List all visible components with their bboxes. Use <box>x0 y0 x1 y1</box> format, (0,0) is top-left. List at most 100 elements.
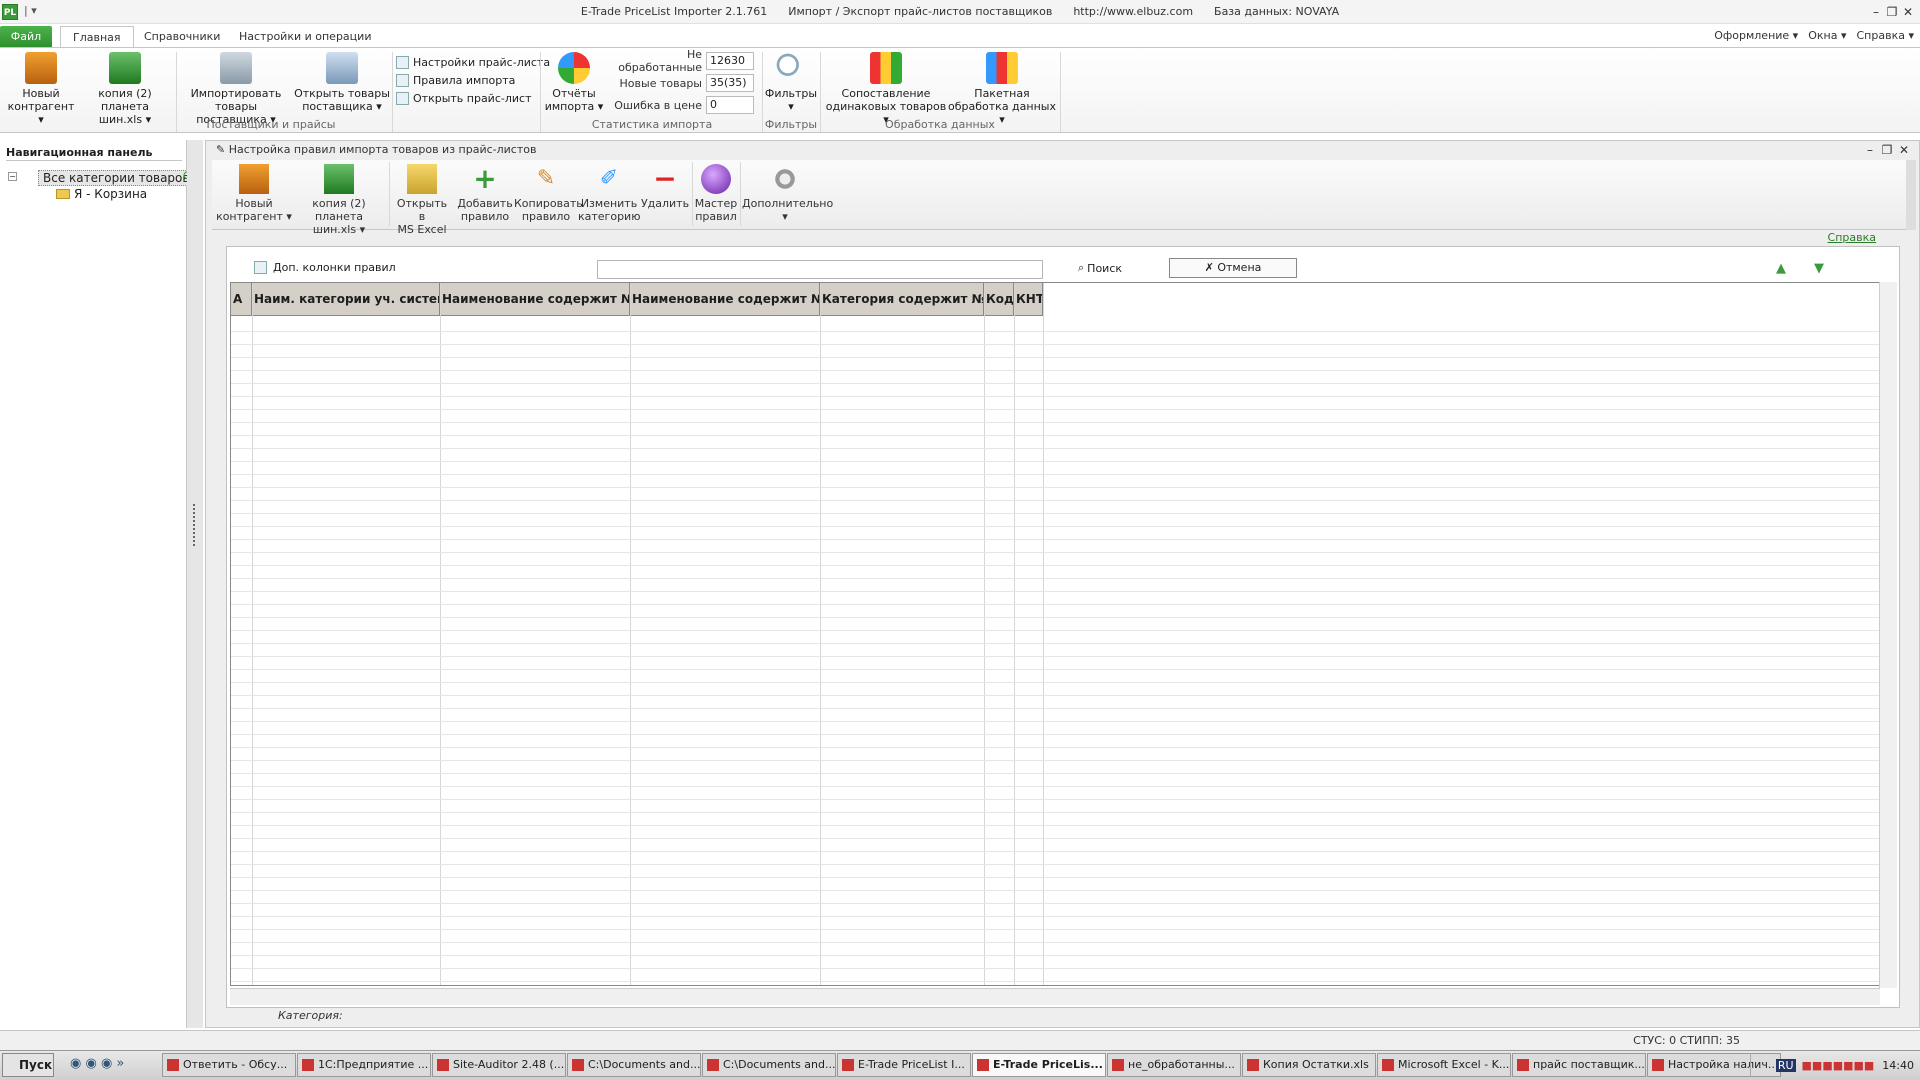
col-header-category-name[interactable]: Наим. категории уч. системы <box>252 283 440 315</box>
open-pricelist-button[interactable]: Открыть прайс-лист <box>396 89 550 107</box>
taskbar-item[interactable]: C:\Documents and... <box>567 1053 701 1077</box>
language-indicator[interactable]: RU <box>1775 1058 1796 1072</box>
minimize-icon[interactable]: – <box>1868 4 1884 20</box>
search-input[interactable] <box>597 260 1043 279</box>
splitter[interactable] <box>187 140 203 1028</box>
taskbar-item[interactable]: Копия Остатки.xls <box>1242 1053 1376 1077</box>
grid-row-line <box>231 968 1879 969</box>
unprocessed-value[interactable]: 12630 <box>706 52 754 70</box>
folder-excel-icon <box>407 164 437 194</box>
col-header-code[interactable]: Код <box>984 283 1014 315</box>
cancel-button[interactable]: ✗ Отмена <box>1169 258 1297 278</box>
import-goods-button[interactable]: Импортировать товары поставщика ▾ <box>178 52 294 126</box>
col-header-knt[interactable]: КНТ <box>1014 283 1043 315</box>
gear-icon <box>770 164 800 194</box>
price-error-value[interactable]: 0 <box>706 96 754 114</box>
close-icon[interactable]: ✕ <box>1896 142 1912 158</box>
tab-home[interactable]: Главная <box>60 26 134 48</box>
design-menu[interactable]: Оформление ▾ <box>1714 26 1798 46</box>
new-contractor-button[interactable]: Новый контрагент ▾ <box>6 52 76 126</box>
col-header-category-contains-1[interactable]: Категория содержит №1 <box>820 283 984 315</box>
reports-button[interactable]: Отчёты импорта ▾ <box>544 52 604 113</box>
grid-row-line <box>231 812 1879 813</box>
tab-file[interactable]: Файл <box>0 26 52 47</box>
extra-columns-button[interactable]: Доп. колонки правил <box>254 261 396 274</box>
window-title: E-Trade PriceList Importer 2.1.761 Импор… <box>580 5 1340 18</box>
toolbar-scroll[interactable] <box>1906 160 1916 230</box>
vertical-scrollbar[interactable] <box>1879 282 1897 988</box>
taskbar-item[interactable]: Site-Auditor 2.48 (... <box>432 1053 566 1077</box>
grid-row-line <box>231 721 1879 722</box>
change-category-button[interactable]: ✐ Изменить категорию <box>578 164 640 223</box>
search-button[interactable]: ⌕ Поиск <box>1078 261 1122 275</box>
table-icon <box>396 91 409 105</box>
add-rule-button[interactable]: + Добавить правило <box>456 164 514 224</box>
grid-row-line <box>231 773 1879 774</box>
arrow-up-icon[interactable]: ▲ <box>1774 262 1788 276</box>
col-header-name-contains-2[interactable]: Наименование содержит №2 <box>630 283 820 315</box>
arrow-down-icon[interactable]: ▼ <box>1812 262 1826 276</box>
start-button[interactable]: Пуск <box>2 1053 54 1077</box>
tray-icons[interactable]: ■■■■■■■ <box>1802 1059 1875 1072</box>
filters-button[interactable]: Фильтры ▾ <box>764 52 818 113</box>
taskbar-item[interactable]: E-Trade PriceLis... <box>972 1053 1106 1077</box>
truck-icon <box>25 52 57 84</box>
taskbar-item[interactable]: Ответить - Обсу... <box>162 1053 296 1077</box>
app-icon <box>842 1059 854 1071</box>
collapse-icon[interactable]: − <box>8 172 17 181</box>
tab-settings[interactable]: Настройки и операции <box>227 26 383 48</box>
grid-row-line <box>231 838 1879 839</box>
grid-header: А Наим. категории уч. системы Наименован… <box>231 283 1043 316</box>
new-contractor-button[interactable]: Новый контрагент ▾ <box>216 164 292 223</box>
col-header-a[interactable]: А <box>231 283 252 315</box>
horizontal-scrollbar[interactable] <box>230 988 1880 1005</box>
delete-button[interactable]: − Удалить <box>640 164 690 211</box>
grid-row-line <box>231 591 1879 592</box>
grid-column-line <box>440 283 441 985</box>
grid-row-line <box>231 552 1879 553</box>
import-rules-button[interactable]: Правила импорта <box>396 71 550 89</box>
taskbar-item[interactable]: прайс поставщик... <box>1512 1053 1646 1077</box>
grid-row-line <box>231 578 1879 579</box>
tree-item-all-categories[interactable]: Все категории товаров <box>38 170 195 186</box>
taskbar-item[interactable]: Microsoft Excel - K... <box>1377 1053 1511 1077</box>
grid-row-line <box>231 903 1879 904</box>
compare-button[interactable]: Сопоставление одинаковых товаров ▾ <box>824 52 948 126</box>
open-goods-button[interactable]: Открыть товары поставщика ▾ <box>294 52 390 113</box>
restore-icon[interactable]: ❐ <box>1879 142 1895 158</box>
help-link[interactable]: Справка <box>1828 231 1876 244</box>
grid-row-line <box>231 708 1879 709</box>
copy-rule-button[interactable]: ✎ Копировать правило <box>514 164 583 223</box>
cube-icon <box>870 52 902 84</box>
grid-row-line <box>231 331 1879 332</box>
open-excel-button[interactable]: Открыть в MS Excel <box>392 164 452 236</box>
tab-references[interactable]: Справочники <box>132 26 232 48</box>
copy-file-button[interactable]: копия (2) планета шин.xls ▾ <box>292 164 386 236</box>
copy-file-button[interactable]: копия (2) планета шин.xls ▾ <box>78 52 172 126</box>
windows-menu[interactable]: Окна ▾ <box>1808 26 1846 46</box>
pricelist-settings-button[interactable]: Настройки прайс-листа <box>396 53 550 71</box>
grid-row-line <box>231 916 1879 917</box>
group-label-filters: Фильтры <box>764 118 818 131</box>
wizard-button[interactable]: Мастер правил <box>694 164 738 223</box>
grid-row-line <box>231 526 1879 527</box>
taskbar-item[interactable]: 1С:Предприятие ... <box>297 1053 431 1077</box>
taskbar-item[interactable]: не_обработанны... <box>1107 1053 1241 1077</box>
splitter-grip[interactable] <box>193 504 196 546</box>
restore-icon[interactable]: ❐ <box>1884 4 1900 20</box>
col-header-name-contains-1[interactable]: Наименование содержит №1 <box>440 283 630 315</box>
minimize-icon[interactable]: – <box>1862 142 1878 158</box>
new-goods-value[interactable]: 35(35) <box>706 74 754 92</box>
rules-grid[interactable]: А Наим. категории уч. системы Наименован… <box>230 282 1880 986</box>
taskbar-item[interactable]: E-Trade PriceList I... <box>837 1053 971 1077</box>
taskbar-item[interactable]: C:\Documents and... <box>702 1053 836 1077</box>
grid-row-line <box>231 344 1879 345</box>
grid-row-line <box>231 500 1879 501</box>
batch-button[interactable]: Пакетная обработка данных ▾ <box>948 52 1056 126</box>
excel-icon <box>109 52 141 84</box>
help-menu[interactable]: Справка ▾ <box>1857 26 1915 46</box>
quick-launch[interactable]: ◉ ◉ ◉ » <box>70 1056 124 1071</box>
more-button[interactable]: Дополнительно ▾ <box>742 164 833 223</box>
tree-item-basket[interactable]: Я - Корзина <box>56 187 147 201</box>
close-icon[interactable]: ✕ <box>1900 4 1916 20</box>
